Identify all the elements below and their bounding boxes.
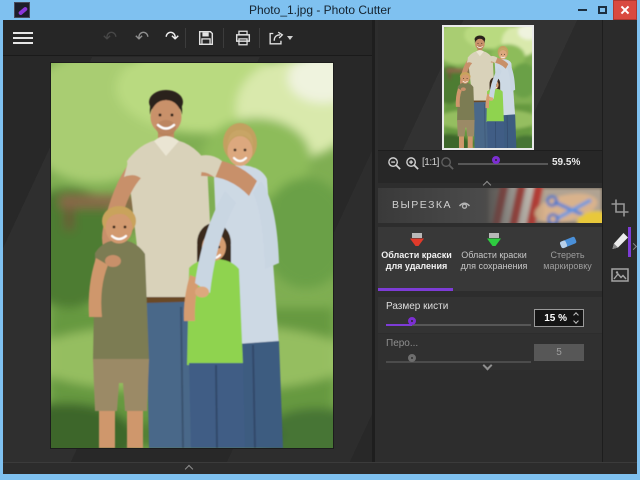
preview-area — [378, 20, 602, 150]
zoom-slider-knob[interactable] — [492, 156, 500, 164]
tab-erase-marking[interactable]: Стереть маркировку — [533, 227, 602, 291]
photo-image[interactable] — [51, 63, 333, 448]
zoom-controls: [1:1] 59.5% — [378, 150, 602, 190]
brush-size-label: Размер кисти — [386, 301, 449, 312]
tab-mark-removal[interactable]: Области краски для удаления — [378, 227, 455, 291]
expand-settings-button[interactable] — [482, 356, 496, 371]
app-window: Photo_1.jpg - Photo Cutter ↶ ↶ ↷ [1:1] 5… — [0, 0, 640, 480]
zoom-out-icon[interactable] — [387, 156, 402, 171]
collapse-preview-button[interactable] — [482, 175, 496, 190]
window-title: Photo_1.jpg - Photo Cutter — [248, 3, 392, 17]
actual-size-button[interactable]: [1:1] — [422, 157, 439, 168]
cutout-section-header[interactable]: ВЫРЕЗКА — [378, 188, 602, 223]
share-icon[interactable] — [265, 26, 295, 50]
settings-panel: [1:1] 59.5% ВЫРЕЗКА Области краски для у… — [378, 20, 602, 462]
red-marker-icon — [378, 232, 455, 250]
reset-icon[interactable]: ↶ — [98, 26, 122, 50]
zoom-in-icon[interactable] — [405, 156, 420, 171]
feather-knob[interactable] — [408, 354, 416, 362]
zoom-slider[interactable] — [458, 153, 548, 173]
crop-icon[interactable] — [610, 198, 630, 218]
editing-canvas[interactable] — [3, 57, 372, 462]
preview-eye-icon[interactable] — [458, 200, 471, 211]
brush-size-section: Размер кисти 15 % — [378, 297, 602, 333]
eraser-icon — [533, 232, 602, 250]
feather-label: Перо... — [386, 338, 419, 349]
brush-size-slider[interactable] — [386, 314, 531, 328]
side-tool-strip — [602, 20, 639, 462]
zoom-value: 59.5% — [552, 157, 581, 168]
maximize-button[interactable] — [592, 0, 612, 20]
minimize-button[interactable] — [572, 0, 592, 20]
save-icon[interactable] — [194, 26, 218, 50]
green-marker-icon — [455, 232, 533, 250]
title-bar: Photo_1.jpg - Photo Cutter — [0, 0, 640, 20]
feather-value: 5 — [534, 344, 584, 361]
close-button[interactable] — [613, 0, 637, 20]
print-icon[interactable] — [231, 26, 255, 50]
marker-tool-icon[interactable] — [610, 231, 630, 251]
tab-mark-keep[interactable]: Области краски для сохранения — [455, 227, 533, 291]
brush-size-knob[interactable] — [408, 317, 416, 325]
feather-slider[interactable] — [386, 351, 531, 365]
canvas-column: ↶ ↶ ↷ — [3, 20, 375, 462]
redo-icon[interactable]: ↷ — [160, 26, 184, 50]
tool-tabs: Области краски для удаления Области крас… — [378, 227, 602, 291]
panel-expander[interactable] — [629, 236, 639, 251]
image-tool-icon[interactable] — [610, 265, 630, 285]
main-area: ↶ ↶ ↷ [1:1] 59.5% ВЫРЕЗКА Области краски… — [3, 20, 639, 474]
bottom-bar[interactable] — [3, 462, 637, 474]
undo-icon[interactable]: ↶ — [130, 26, 154, 50]
fit-screen-icon[interactable] — [440, 156, 455, 171]
menu-icon[interactable] — [11, 26, 35, 50]
cutout-section-title: ВЫРЕЗКА — [392, 199, 453, 211]
toolbar: ↶ ↶ ↷ — [3, 20, 372, 56]
preview-thumbnail — [442, 25, 534, 150]
brush-size-spinner[interactable] — [572, 310, 582, 326]
